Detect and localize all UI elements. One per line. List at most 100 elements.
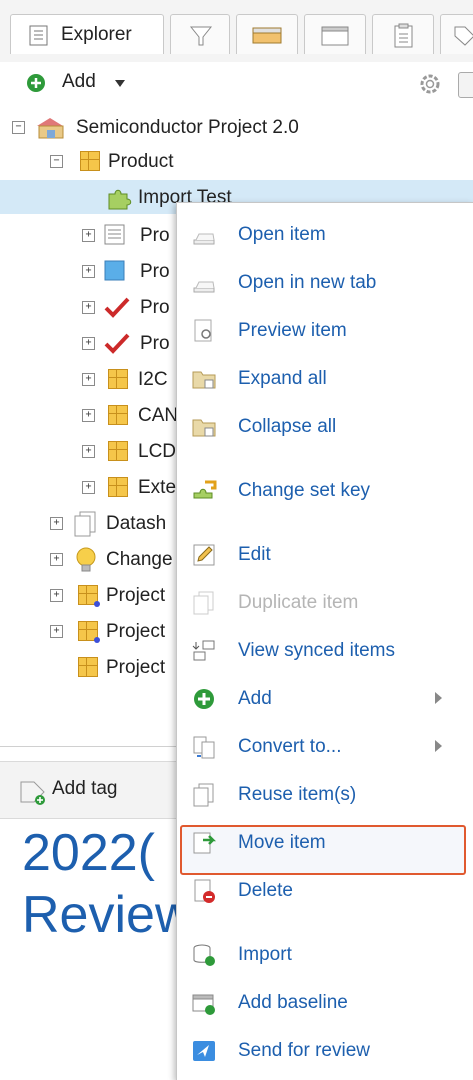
tree-item-child[interactable]: + LCD [0, 434, 180, 468]
tree-label: I2C [138, 369, 168, 390]
menu-item-change-set-key[interactable]: Change set key [177, 469, 473, 513]
tree-item-change[interactable]: + Change [0, 542, 180, 576]
add-tag-button[interactable]: Add tag [52, 778, 118, 800]
expand-toggle[interactable]: + [50, 625, 63, 638]
collapse-toggle[interactable]: − [50, 155, 63, 168]
gear-icon[interactable] [416, 70, 444, 98]
add-button[interactable]: Add [62, 71, 96, 93]
menu-item-label: Open in new tab [238, 272, 377, 293]
tree-label: Datash [106, 513, 167, 534]
panel-options-button[interactable] [458, 72, 473, 98]
tree-item-child[interactable]: + Pro [0, 326, 180, 360]
submenu-arrow-icon [435, 740, 442, 752]
tree-label: Pro [140, 261, 170, 282]
menu-item-expand-all[interactable]: Expand all [177, 357, 473, 401]
collapse-toggle[interactable]: − [12, 121, 25, 134]
filter-icon [189, 26, 213, 46]
expand-toggle[interactable]: + [82, 445, 95, 458]
menu-item-label: Collapse all [238, 416, 337, 437]
tab-clipboard[interactable] [372, 14, 434, 54]
menu-item-move[interactable]: Move item [177, 821, 473, 865]
expand-toggle[interactable]: + [82, 373, 95, 386]
expand-toggle[interactable]: + [82, 265, 95, 278]
explorer-icon [29, 25, 48, 46]
submenu-arrow-icon [435, 692, 442, 704]
expand-toggle[interactable]: + [82, 481, 95, 494]
tree-label: Semiconductor Project 2.0 [76, 117, 299, 138]
window-icon [321, 26, 349, 46]
tab-filter[interactable] [170, 14, 230, 54]
menu-item-convert[interactable]: Convert to... [177, 725, 473, 769]
module-icon [78, 657, 98, 677]
context-menu: Open item Open in new tab Preview item E… [176, 202, 473, 1080]
tree-item-project[interactable]: + Project [0, 614, 180, 648]
menu-item-import[interactable]: Import [177, 933, 473, 977]
status-dot [94, 601, 100, 607]
tab-explorer[interactable]: Explorer [10, 14, 164, 54]
dropdown-caret-icon[interactable] [114, 79, 126, 89]
expand-toggle[interactable]: + [82, 229, 95, 242]
tree-item-child[interactable]: + I2C [0, 362, 180, 396]
clipboard-icon [394, 23, 413, 48]
menu-item-reuse[interactable]: Reuse item(s) [177, 773, 473, 817]
tree-item-root[interactable]: − Semiconductor Project 2.0 [0, 110, 473, 144]
document-list-icon [104, 224, 125, 245]
pencil-icon [193, 544, 215, 566]
tree-label: Project [106, 621, 166, 642]
menu-item-add[interactable]: Add [177, 677, 473, 721]
menu-item-preview[interactable]: Preview item [177, 309, 473, 353]
menu-item-label: Send for review [238, 1040, 371, 1061]
tree-label: Product [108, 151, 174, 172]
checkmark-icon [104, 333, 130, 354]
menu-item-label: Reuse item(s) [238, 784, 357, 805]
delete-icon [194, 879, 215, 903]
menu-item-label: Expand all [238, 368, 327, 389]
tree-item-datasheet[interactable]: + Datash [0, 506, 180, 540]
tree-item-project[interactable]: + Project [0, 578, 180, 612]
tab-tag[interactable] [440, 14, 473, 54]
convert-icon [193, 736, 215, 759]
expand-toggle[interactable]: + [50, 553, 63, 566]
menu-item-label: Open item [238, 224, 326, 245]
menu-item-delete[interactable]: Delete [177, 869, 473, 913]
tree-item-child[interactable]: + Pro [0, 290, 180, 324]
menu-item-collapse-all[interactable]: Collapse all [177, 405, 473, 449]
menu-item-open-new-tab[interactable]: Open in new tab [177, 261, 473, 305]
tree-item-product[interactable]: − Product [0, 144, 473, 178]
menu-item-send-review[interactable]: Send for review [177, 1029, 473, 1073]
tab-window[interactable] [304, 14, 366, 54]
module-icon [80, 151, 100, 171]
tree-item-child[interactable]: + Pro [0, 218, 180, 252]
item-title-line2: Review [22, 886, 193, 944]
menu-item-label: Change set key [238, 480, 371, 501]
tag-icon [454, 26, 473, 46]
expand-toggle[interactable]: + [50, 517, 63, 530]
tree-label: Pro [140, 297, 170, 318]
menu-item-label: Delete [238, 880, 293, 901]
move-icon [193, 832, 217, 854]
menu-item-view-synced[interactable]: View synced items [177, 629, 473, 673]
menu-item-label: Add baseline [238, 992, 348, 1013]
tree-label: Project [106, 585, 166, 606]
expand-toggle[interactable]: + [82, 301, 95, 314]
tree-item-child[interactable]: + Pro [0, 254, 180, 288]
tab-ruler[interactable] [236, 14, 298, 54]
expand-toggle[interactable]: + [50, 589, 63, 602]
menu-item-label: Duplicate item [238, 592, 359, 613]
tree-item-project[interactable]: Project [0, 650, 180, 684]
window-item-icon [104, 260, 125, 281]
reuse-icon [193, 783, 214, 807]
tree-item-child[interactable]: + CAN [0, 398, 180, 432]
tree-item-child[interactable]: + Exte [0, 470, 180, 504]
add-tag-icon[interactable] [18, 778, 48, 806]
menu-item-duplicate: Duplicate item [177, 581, 473, 625]
menu-item-edit[interactable]: Edit [177, 533, 473, 577]
menu-item-add-baseline[interactable]: Add baseline [177, 981, 473, 1025]
menu-item-label: View synced items [238, 640, 395, 661]
menu-item-open[interactable]: Open item [177, 213, 473, 257]
module-icon [108, 405, 128, 425]
menu-item-label: Import [238, 944, 292, 965]
add-circle-icon[interactable] [26, 73, 46, 93]
expand-toggle[interactable]: + [82, 337, 95, 350]
expand-toggle[interactable]: + [82, 409, 95, 422]
